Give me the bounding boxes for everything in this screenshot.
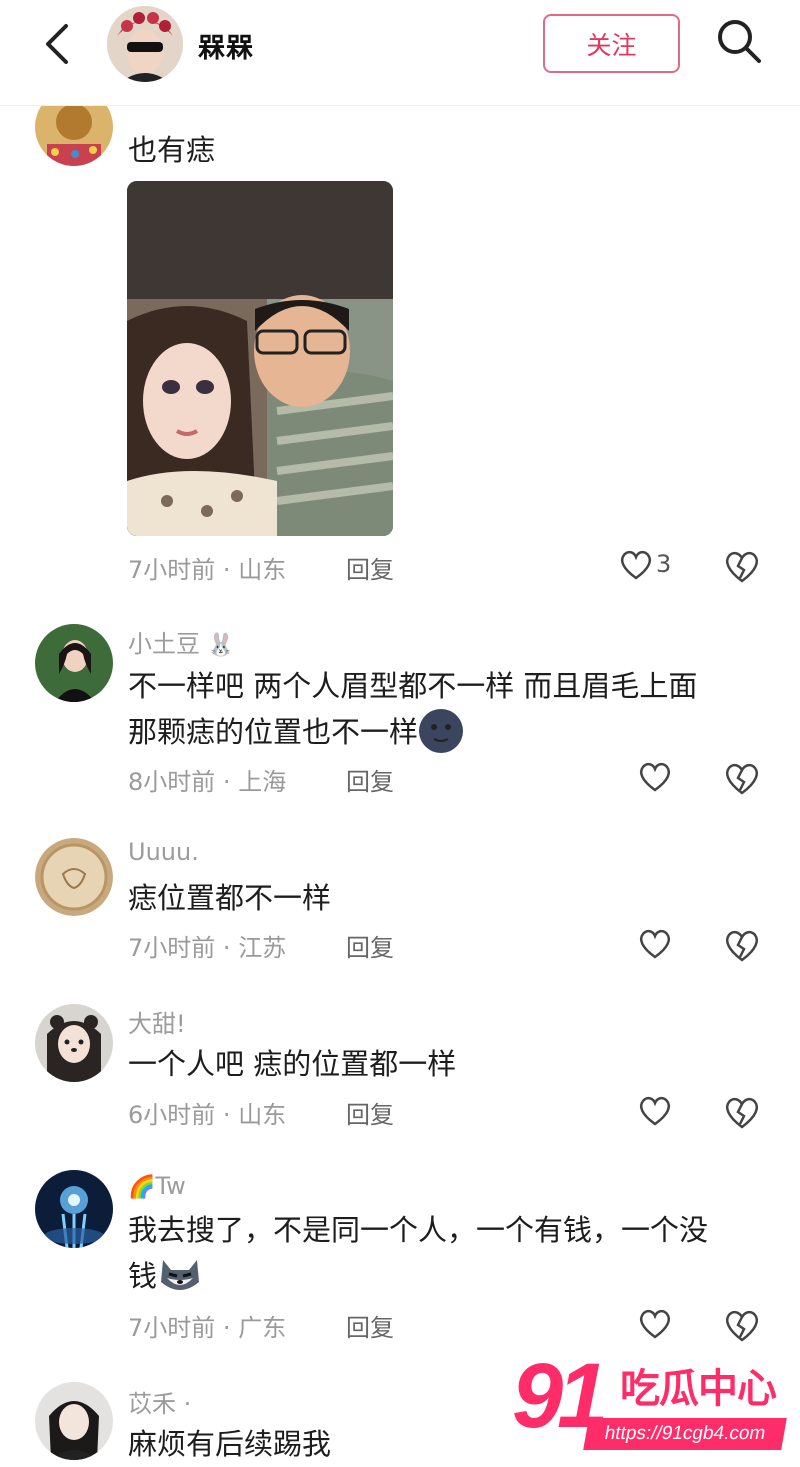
reply-button[interactable]: 回复 [346, 762, 394, 797]
comment-meta: 7小时前 · 山东 [128, 556, 287, 584]
watermark-url: https://91cgb4.com [583, 1418, 787, 1450]
comment-text: 不一样吧 两个人眉型都不一样 而且眉毛上面 [128, 669, 698, 703]
comment-username: 苡禾 · [128, 1390, 192, 1418]
reply-button[interactable]: 回复 [346, 1095, 394, 1130]
profile-username: 槑槑 [198, 33, 254, 64]
reply-button[interactable]: 回复 [346, 1308, 394, 1343]
heart-icon [639, 1309, 671, 1339]
heart-icon [639, 1096, 671, 1126]
search-icon[interactable] [714, 16, 764, 66]
site-watermark: 91 吃瓜中心 https://91cgb4.com [510, 1345, 790, 1460]
avatar[interactable] [35, 838, 113, 916]
comment-meta: 8小时前 · 上海 [128, 768, 287, 796]
like-button[interactable]: 3 [618, 546, 682, 586]
comment-text: 我去搜了，不是同一个人，一个有钱，一个没 [128, 1213, 709, 1247]
broken-heart-icon[interactable] [722, 1092, 762, 1132]
comment-text-line2: 那颗痣的位置也不一样 [128, 706, 464, 758]
comment-username: Uuuu. [128, 838, 199, 866]
profile-avatar[interactable] [107, 6, 183, 82]
like-count: 3 [656, 550, 672, 578]
husky-emoji [157, 1252, 203, 1298]
comment-username: 小土豆 🐰 [128, 630, 235, 658]
comment-meta: 7小时前 · 江苏 [128, 934, 287, 962]
heart-icon [620, 550, 652, 580]
avatar[interactable] [35, 1382, 113, 1460]
top-bar: 槑槑 关注 [0, 0, 800, 106]
follow-button[interactable]: 关注 [543, 14, 680, 73]
comment-text: 一个人吧 痣的位置都一样 [128, 1047, 457, 1081]
reply-button[interactable]: 回复 [346, 928, 394, 963]
comment-text: 痣位置都不一样 [128, 881, 332, 915]
watermark-name: 吃瓜中心 [620, 1366, 777, 1412]
avatar[interactable] [35, 624, 113, 702]
broken-heart-icon[interactable] [722, 546, 762, 586]
broken-heart-icon[interactable] [722, 758, 762, 798]
broken-heart-icon[interactable] [722, 1305, 762, 1345]
dark-moon-emoji [418, 708, 464, 754]
comment-username: 🌈Tw [128, 1172, 186, 1200]
comment-text: 也有痣 [128, 133, 216, 167]
comment-meta: 7小时前 · 广东 [128, 1314, 287, 1342]
comment-text: 麻烦有后续踢我 [128, 1427, 332, 1461]
heart-icon [639, 762, 671, 792]
like-button[interactable] [637, 1092, 701, 1132]
like-button[interactable] [637, 1305, 701, 1345]
rabbit-emoji: 🐰 [200, 633, 235, 658]
comment-username: 大甜! [128, 1010, 186, 1038]
broken-heart-icon[interactable] [722, 925, 762, 965]
comment-photo[interactable] [127, 181, 393, 536]
rainbow-emoji: 🌈 [128, 1175, 156, 1200]
avatar[interactable] [35, 1004, 113, 1082]
avatar[interactable] [35, 1170, 113, 1248]
reply-button[interactable]: 回复 [346, 550, 394, 585]
like-button[interactable] [637, 758, 701, 798]
like-button[interactable] [637, 925, 701, 965]
back-arrow-icon[interactable] [38, 22, 78, 66]
comment-meta: 6小时前 · 山东 [128, 1101, 287, 1129]
comment-text-line2: 钱 [128, 1250, 203, 1302]
heart-icon [639, 929, 671, 959]
